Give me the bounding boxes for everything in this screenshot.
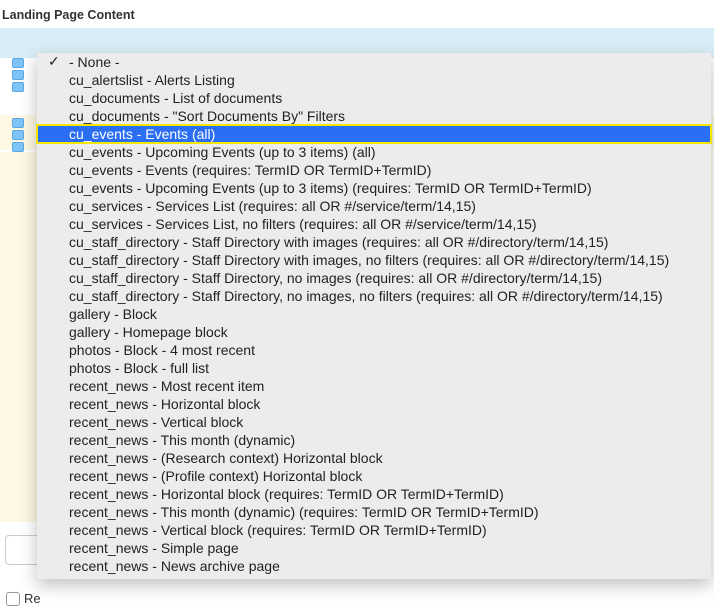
dropdown-option[interactable]: recent_news - This month (dynamic) — [37, 431, 711, 449]
dropdown-option[interactable]: recent_news - Horizontal block (requires… — [37, 485, 711, 503]
dropdown-option[interactable]: cu_documents - "Sort Documents By" Filte… — [37, 107, 711, 125]
checkbox-row: Re — [6, 591, 41, 606]
dropdown-option[interactable]: cu_staff_directory - Staff Directory wit… — [37, 251, 711, 269]
drag-handles-group-2 — [12, 118, 24, 152]
view-select-dropdown[interactable]: - None -cu_alertslist - Alerts Listingcu… — [37, 53, 711, 579]
dropdown-option[interactable]: cu_events - Events (requires: TermID OR … — [37, 161, 711, 179]
dropdown-option[interactable]: cu_services - Services List (requires: a… — [37, 197, 711, 215]
dropdown-option[interactable]: recent_news - Simple page — [37, 539, 711, 557]
dropdown-option[interactable]: cu_staff_directory - Staff Directory wit… — [37, 233, 711, 251]
dropdown-option[interactable]: cu_alertslist - Alerts Listing — [37, 71, 711, 89]
dropdown-option[interactable]: cu_events - Upcoming Events (up to 3 ite… — [37, 143, 711, 161]
dropdown-option[interactable]: recent_news - Most recent item — [37, 377, 711, 395]
dropdown-option[interactable]: cu_staff_directory - Staff Directory, no… — [37, 287, 711, 305]
drag-handle-icon[interactable] — [12, 58, 24, 68]
dropdown-option[interactable]: recent_news - (Profile context) Horizont… — [37, 467, 711, 485]
dropdown-option[interactable]: cu_events - Events (all) — [37, 125, 711, 143]
drag-handle-icon[interactable] — [12, 118, 24, 128]
dropdown-option[interactable]: recent_news - (Research context) Horizon… — [37, 449, 711, 467]
dropdown-option[interactable]: cu_documents - List of documents — [37, 89, 711, 107]
drag-handle-icon[interactable] — [12, 130, 24, 140]
drag-handle-icon[interactable] — [12, 142, 24, 152]
dropdown-option[interactable]: photos - Block - 4 most recent — [37, 341, 711, 359]
dropdown-option[interactable]: cu_staff_directory - Staff Directory, no… — [37, 269, 711, 287]
dropdown-option[interactable]: recent_news - Vertical block (requires: … — [37, 521, 711, 539]
page-title: Landing Page Content — [0, 0, 714, 30]
dropdown-option[interactable]: gallery - Block — [37, 305, 711, 323]
dropdown-option[interactable]: - None - — [37, 53, 711, 71]
dropdown-option[interactable]: cu_services - Services List, no filters … — [37, 215, 711, 233]
dropdown-option[interactable]: recent_news - News archive page — [37, 557, 711, 575]
checkbox[interactable] — [6, 592, 20, 606]
drag-handles-group-1 — [12, 58, 24, 92]
dropdown-option[interactable]: recent_news - Horizontal block — [37, 395, 711, 413]
drag-handle-icon[interactable] — [12, 70, 24, 80]
checkbox-label: Re — [24, 591, 41, 606]
drag-handle-icon[interactable] — [12, 82, 24, 92]
dropdown-option[interactable]: recent_news - This month (dynamic) (requ… — [37, 503, 711, 521]
dropdown-option[interactable]: recent_news - Vertical block — [37, 413, 711, 431]
dropdown-option[interactable]: cu_events - Upcoming Events (up to 3 ite… — [37, 179, 711, 197]
dropdown-option[interactable]: gallery - Homepage block — [37, 323, 711, 341]
dropdown-option[interactable]: photos - Block - full list — [37, 359, 711, 377]
